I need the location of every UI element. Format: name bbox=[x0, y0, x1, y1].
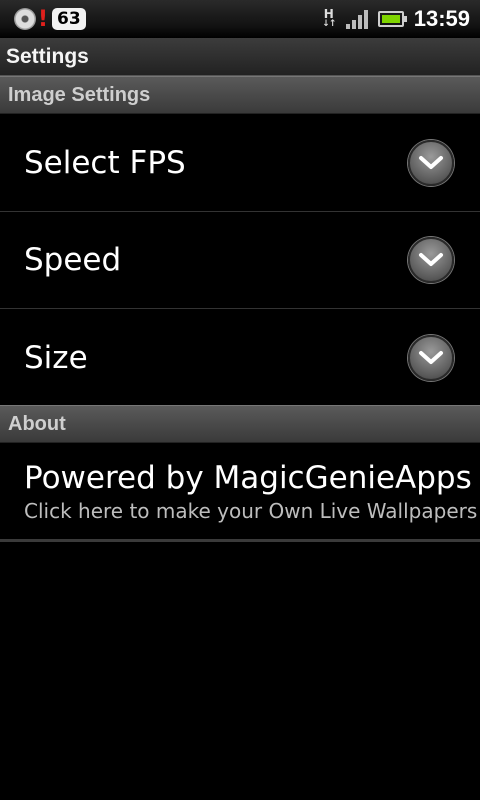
setting-label: Speed bbox=[24, 242, 122, 278]
setting-size[interactable]: Size bbox=[0, 309, 480, 406]
network-type-icon: H ↓↑ bbox=[322, 7, 336, 29]
notification-area[interactable]: ! 63 bbox=[14, 7, 86, 32]
about-title: Powered by MagicGenieApps bbox=[24, 460, 472, 496]
clock: 13:59 bbox=[413, 6, 470, 31]
chevron-down-icon[interactable] bbox=[408, 334, 454, 381]
setting-speed[interactable]: Speed bbox=[0, 212, 480, 309]
chevron-down-icon[interactable] bbox=[408, 139, 454, 186]
notification-count-badge: 63 bbox=[52, 8, 86, 30]
page-title: Settings bbox=[6, 44, 89, 68]
section-header-image-settings: Image Settings bbox=[0, 76, 480, 114]
battery-icon bbox=[377, 11, 407, 27]
alert-icon: ! bbox=[38, 6, 49, 32]
data-arrows-icon: ↓↑ bbox=[322, 19, 336, 29]
about-summary: Click here to make your Own Live Wallpap… bbox=[24, 499, 478, 523]
about-powered-by-item[interactable]: Powered by MagicGenieApps Click here to … bbox=[0, 443, 480, 542]
network-type-label: H bbox=[323, 7, 334, 21]
section-header-about: About bbox=[0, 405, 480, 443]
section-header-label: Image Settings bbox=[8, 83, 151, 106]
chevron-down-icon[interactable] bbox=[408, 237, 454, 283]
setting-label: Size bbox=[24, 339, 88, 376]
title-bar: Settings bbox=[0, 38, 480, 76]
disc-icon bbox=[14, 8, 36, 30]
section-header-label: About bbox=[8, 412, 66, 435]
signal-strength-icon bbox=[345, 9, 368, 29]
system-indicators: H ↓↑ 13:59 bbox=[322, 6, 470, 32]
status-bar: ! 63 H ↓↑ 13:59 bbox=[0, 0, 480, 38]
setting-select-fps[interactable]: Select FPS bbox=[0, 114, 480, 212]
setting-label: Select FPS bbox=[24, 144, 186, 181]
